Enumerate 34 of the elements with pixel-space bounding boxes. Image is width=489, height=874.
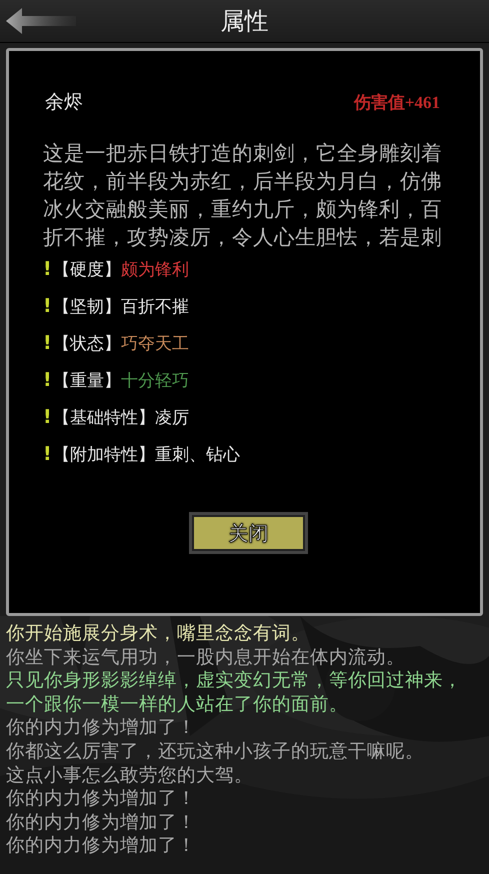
attribute-value: 百折不摧 (121, 296, 189, 318)
attribute-label: 【重量】 (53, 370, 121, 392)
log-line: 你开始施展分身术，嘴里念念有词。 (6, 622, 310, 646)
log-line: 你的内力修为增加了！ (6, 787, 196, 811)
attribute-label: 【硬度】 (53, 258, 121, 280)
log-line: 你坐下来运气用功，一股内息开始在体内流动。 (6, 646, 405, 670)
attribute-label: 【坚韧】 (53, 296, 121, 318)
attribute-label: 【状态】 (53, 332, 121, 354)
log-line: 你的内力修为增加了！ (6, 716, 196, 740)
close-button[interactable]: 关闭 (189, 512, 308, 554)
damage-value: 伤害值+461 (354, 92, 440, 114)
log-line: 你都这么厉害了，还玩这种小孩子的玩意干嘛呢。 (6, 740, 424, 764)
item-name: 余烬 (45, 90, 83, 115)
attribute-value: 重刺、钻心 (155, 444, 240, 466)
exclamation-mark: ! (43, 295, 53, 317)
item-description: 这是一把赤日铁打造的刺剑，它全身雕刻着 花纹，前半段为赤红，后半段为月白，仿佛 冰火交融般美丽，重约九斤，颇为锋利，百 折不摧，攻势凌厉，令人心生胆怯，若是刺 (43, 140, 443, 251)
exclamation-mark: ! (43, 369, 53, 391)
back-arrow-icon[interactable] (6, 8, 76, 34)
page-title: 属性 (220, 6, 268, 37)
log-line: 你的内力修为增加了！ (6, 834, 196, 858)
attribute-label: 【附加特性】 (53, 444, 155, 466)
exclamation-mark: ! (43, 443, 53, 465)
log-line: 只见你身形影影绰绰，虚实变幻无常，等你回过神来， (6, 669, 462, 693)
attribute-value: 巧夺天工 (121, 332, 189, 354)
log-line: 这点小事怎么敢劳您的大驾。 (6, 764, 253, 788)
exclamation-mark: ! (43, 332, 53, 354)
attribute-value: 颇为锋利 (121, 258, 189, 280)
attribute-value: 十分轻巧 (121, 370, 189, 392)
attribute-value: 凌厉 (155, 406, 189, 428)
exclamation-mark: ! (43, 258, 53, 280)
attribute-label: 【基础特性】 (53, 406, 155, 428)
log-line: 一个跟你一模一样的人站在了你的面前。 (6, 692, 348, 716)
log-line: 你的内力修为增加了！ (6, 810, 196, 834)
exclamation-mark: ! (43, 406, 53, 428)
